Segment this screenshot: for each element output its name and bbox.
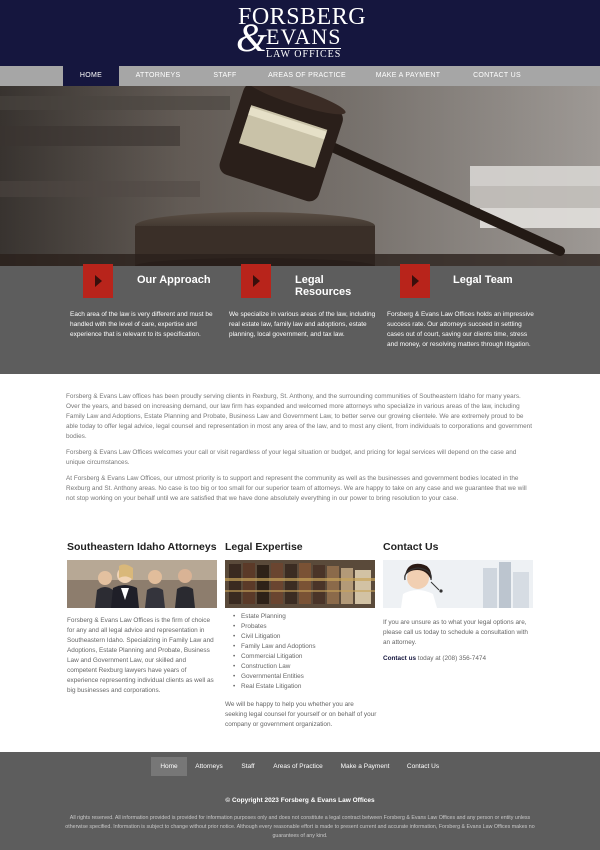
feature-title-our-approach: Our Approach (137, 274, 211, 286)
contact-us-link[interactable]: Contact us (383, 655, 416, 662)
gavel-illustration (0, 86, 600, 266)
footer-nav-staff[interactable]: Staff (234, 757, 262, 776)
feature-title-legal-team: Legal Team (453, 274, 513, 286)
logo-ampersand: & (236, 15, 268, 60)
list-item: Governmental Entities (233, 672, 383, 682)
nav-item-home[interactable]: HOME (63, 66, 119, 86)
footer-nav-contact-us[interactable]: Contact Us (400, 757, 446, 776)
hero-gavel-image (0, 86, 600, 266)
feature-text-our-approach: Each area of the law is very different a… (70, 311, 213, 338)
customer-service-photo (383, 560, 533, 608)
contact-phone-line: Contact us today at (208) 356-7474 (383, 654, 533, 664)
expertise-text: We will be happy to help you whether you… (225, 701, 377, 728)
law-books-photo (225, 560, 375, 608)
main-nav: HOME ATTORNEYS STAFF AREAS OF PRACTICE M… (0, 66, 600, 86)
nav-item-areas-of-practice[interactable]: AREAS OF PRACTICE (265, 66, 349, 86)
nav-item-staff[interactable]: STAFF (205, 66, 245, 86)
contact-phone: today at (208) 356-7474 (416, 655, 487, 662)
list-item: Probates (233, 622, 383, 632)
footer-nav-areas-of-practice[interactable]: Areas of Practice (266, 757, 330, 776)
firm-logo[interactable]: FORSBERG & EVANS LAW OFFICES (236, 5, 366, 60)
attorneys-heading: Southeastern Idaho Attorneys (67, 541, 217, 553)
expertise-list: Estate Planning Probates Civil Litigatio… (233, 612, 383, 692)
footer-nav-attorneys[interactable]: Attorneys (190, 757, 228, 776)
contact-text: If you are unsure as to what your legal … (383, 619, 528, 646)
intro-paragraph: Forsberg & Evans Law offices has been pr… (66, 393, 532, 440)
feature-title-line: Resources (295, 286, 352, 298)
logo-line-law-offices: LAW OFFICES (266, 48, 342, 60)
intro-paragraph: At Forsberg & Evans Law Offices, our utm… (66, 475, 527, 502)
disclaimer-text: All rights reserved. All information pro… (65, 815, 535, 839)
contact-heading: Contact Us (383, 541, 439, 553)
chevron-right-icon (400, 264, 430, 298)
chevron-right-icon (83, 264, 113, 298)
attorneys-text: Forsberg & Evans Law Offices is the firm… (67, 617, 214, 694)
feature-title-line: Legal (295, 274, 324, 286)
list-item: Commercial Litigation (233, 652, 383, 662)
list-item: Estate Planning (233, 612, 383, 622)
feature-text-legal-team: Forsberg & Evans Law Offices holds an im… (387, 311, 534, 348)
footer-nav-home[interactable]: Home (151, 757, 187, 776)
copyright-text: © Copyright 2023 Forsberg & Evans Law Of… (225, 797, 375, 804)
list-item: Family Law and Adoptions (233, 642, 383, 652)
footer-nav-make-a-payment[interactable]: Make a Payment (336, 757, 394, 776)
list-item: Civil Litigation (233, 632, 383, 642)
chevron-right-icon (241, 264, 271, 298)
expertise-heading: Legal Expertise (225, 541, 303, 553)
attorneys-photo (67, 560, 217, 608)
list-item: Construction Law (233, 662, 383, 672)
site-header: FORSBERG & EVANS LAW OFFICES (0, 0, 600, 66)
nav-item-attorneys[interactable]: ATTORNEYS (130, 66, 186, 86)
feature-text-legal-resources: We specialize in various areas of the la… (229, 311, 376, 338)
nav-item-make-a-payment[interactable]: MAKE A PAYMENT (370, 66, 446, 86)
logo-line-evans: EVANS (266, 24, 342, 49)
list-item: Real Estate Litigation (233, 682, 383, 692)
nav-item-contact-us[interactable]: CONTACT US (468, 66, 526, 86)
intro-paragraph: Forsberg & Evans Law Offices welcomes yo… (66, 449, 517, 466)
feature-title-legal-resources: Legal Resources (295, 274, 351, 298)
